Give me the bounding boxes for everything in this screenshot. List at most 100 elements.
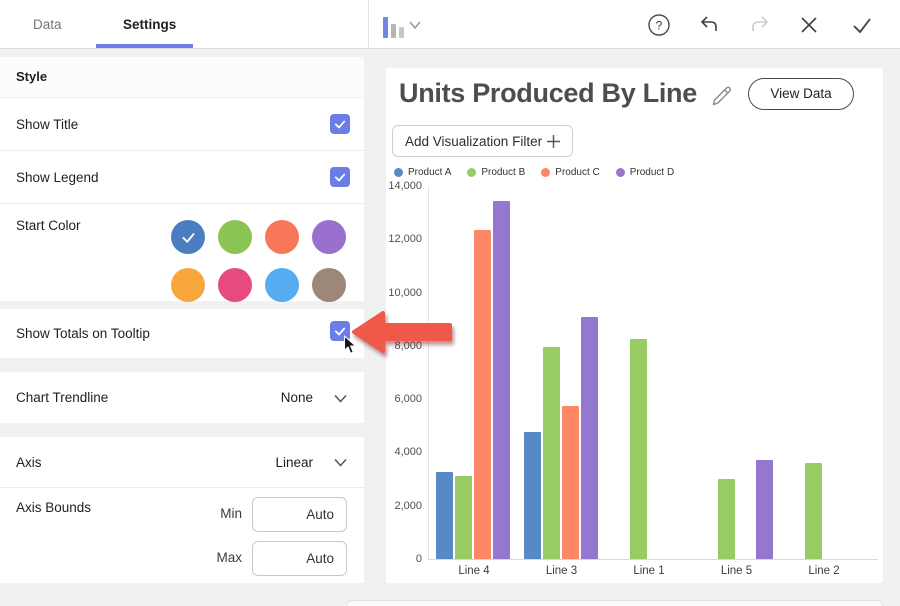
min-label: Min: [200, 506, 242, 521]
plus-icon: [546, 134, 561, 149]
axis-bounds-label: Axis Bounds: [16, 500, 91, 515]
color-swatch[interactable]: [265, 268, 299, 302]
bar-product-c-line-3[interactable]: [562, 406, 579, 559]
show-title-checkbox[interactable]: [330, 114, 350, 134]
legend-dot: [467, 168, 476, 177]
bar-product-d-line-3[interactable]: [581, 317, 598, 559]
legend-item: Product A: [394, 167, 451, 178]
color-swatch[interactable]: [171, 268, 205, 302]
chart-type-selector[interactable]: [378, 0, 430, 49]
bar-product-a-line-4[interactable]: [436, 472, 453, 559]
legend-dot: [541, 168, 550, 177]
chart-trendline-value[interactable]: None: [281, 372, 313, 423]
show-legend-row[interactable]: Show Legend: [0, 151, 364, 204]
x-category-label: Line 2: [782, 565, 866, 577]
y-tick-label: 4,000: [388, 446, 422, 458]
legend-label: Product B: [481, 167, 525, 178]
chevron-down-icon[interactable]: [333, 458, 348, 467]
check-icon: [333, 170, 347, 184]
y-tick-label: 0: [388, 553, 422, 565]
bar-product-a-line-3[interactable]: [524, 432, 541, 559]
axis-section: Axis Linear Axis Bounds Min Max: [0, 437, 364, 583]
chart-title: Units Produced By Line: [399, 78, 697, 109]
close-icon[interactable]: [797, 13, 821, 37]
color-swatch-selected[interactable]: [171, 220, 205, 254]
legend-dot: [394, 168, 403, 177]
edit-title-pencil-icon[interactable]: [710, 84, 734, 108]
show-title-row[interactable]: Show Title: [0, 98, 364, 151]
next-card-edge: [346, 600, 883, 606]
legend-dot: [616, 168, 625, 177]
show-totals-row[interactable]: Show Totals on Tooltip: [0, 309, 364, 358]
legend-label: Product A: [408, 167, 451, 178]
x-category-label: Line 5: [695, 565, 779, 577]
show-totals-label: Show Totals on Tooltip: [16, 309, 150, 358]
legend-item: Product C: [541, 167, 599, 178]
svg-text:?: ?: [656, 19, 663, 33]
chart-legend: Product A Product B Product C Product D: [394, 167, 674, 178]
style-options-group: Show Title Show Legend Start Color: [0, 98, 364, 301]
chevron-down-icon: [408, 20, 422, 30]
bar-chart-icon: [383, 17, 388, 38]
tab-data[interactable]: Data: [33, 0, 62, 49]
add-visualization-filter-button[interactable]: Add Visualization Filter: [392, 125, 573, 157]
chart-trendline-label: Chart Trendline: [16, 372, 108, 423]
start-color-swatches: [171, 220, 346, 302]
style-section-header: Style: [0, 57, 364, 97]
axis-value[interactable]: Linear: [275, 437, 313, 488]
color-swatch[interactable]: [265, 220, 299, 254]
bar-product-d-line-5[interactable]: [756, 460, 773, 559]
show-legend-checkbox[interactable]: [330, 167, 350, 187]
color-swatch[interactable]: [218, 268, 252, 302]
max-input[interactable]: [252, 541, 347, 576]
chart-trendline-row[interactable]: Chart Trendline None: [0, 372, 364, 423]
legend-item: Product B: [467, 167, 525, 178]
bar-product-b-line-1[interactable]: [630, 339, 647, 559]
x-axis-line: [428, 559, 878, 560]
x-category-label: Line 3: [520, 565, 604, 577]
mouse-cursor: [343, 335, 358, 356]
add-filter-label: Add Visualization Filter: [405, 126, 542, 157]
legend-label: Product C: [555, 167, 599, 178]
divider: [368, 0, 369, 49]
x-category-label: Line 1: [607, 565, 691, 577]
y-tick-label: 12,000: [388, 233, 422, 245]
y-axis-line: [428, 186, 429, 559]
axis-row[interactable]: Axis Linear: [0, 437, 364, 488]
help-icon[interactable]: ?: [647, 13, 671, 37]
confirm-check-icon[interactable]: [850, 13, 874, 37]
legend-label: Product D: [630, 167, 674, 178]
redo-icon[interactable]: [748, 13, 772, 37]
active-tab-indicator: [96, 44, 193, 48]
x-category-label: Line 4: [432, 565, 516, 577]
start-color-label: Start Color: [16, 218, 81, 233]
bar-product-d-line-4[interactable]: [493, 201, 510, 559]
check-icon: [180, 229, 197, 246]
y-tick-label: 14,000: [388, 180, 422, 192]
color-swatch[interactable]: [312, 220, 346, 254]
color-swatch[interactable]: [218, 220, 252, 254]
bar-product-b-line-3[interactable]: [543, 347, 560, 559]
undo-icon[interactable]: [697, 13, 721, 37]
y-tick-label: 2,000: [388, 500, 422, 512]
bar-product-b-line-2[interactable]: [805, 463, 822, 559]
view-data-button[interactable]: View Data: [748, 78, 854, 110]
check-icon: [333, 117, 347, 131]
bar-product-b-line-4[interactable]: [455, 476, 472, 559]
y-tick-label: 10,000: [388, 287, 422, 299]
show-title-label: Show Title: [16, 98, 78, 151]
color-swatch[interactable]: [312, 268, 346, 302]
tab-settings[interactable]: Settings: [123, 0, 176, 49]
start-color-row: Start Color: [0, 204, 364, 301]
section-title: Style: [16, 57, 47, 97]
topbar: Data Settings ?: [0, 0, 900, 49]
chevron-down-icon[interactable]: [333, 394, 348, 403]
show-legend-label: Show Legend: [16, 151, 99, 204]
min-input[interactable]: [252, 497, 347, 532]
axis-label: Axis: [16, 437, 42, 488]
legend-item: Product D: [616, 167, 674, 178]
bar-product-c-line-4[interactable]: [474, 230, 491, 559]
max-label: Max: [200, 550, 242, 565]
y-tick-label: 6,000: [388, 393, 422, 405]
bar-product-b-line-5[interactable]: [718, 479, 735, 559]
